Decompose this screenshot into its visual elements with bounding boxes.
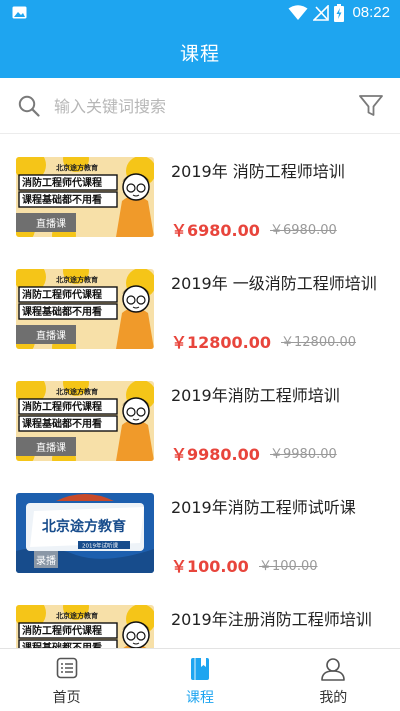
course-item[interactable]: 北京途方教育 消防工程师代课程 课程基础都不用看 直播课 2019年注册消防工程… [0,583,400,648]
course-price: ￥9980.00 [171,445,260,464]
tab-home[interactable]: 首页 [0,649,133,711]
thumb-tag-text: 直播课 [36,329,66,342]
course-title: 2019年消防工程师试听课 [171,498,356,517]
search-input[interactable] [54,92,334,120]
thumb-line2-text: 课程基础都不用看 [22,305,102,318]
thumb-tag-text: 录播 [36,554,56,567]
thumb-tag-text: 直播课 [36,217,66,230]
bottom-nav: 首页 课程 我的 [0,648,400,711]
thumb-line2-text: 课程基础都不用看 [22,417,102,430]
course-thumbnail: 北京途方教育 消防工程师代课程 课程基础都不用看 直播课 [16,605,154,648]
thumb-sub-text: 2019年试听课 [82,542,118,550]
course-price: ￥100.00 [171,557,249,576]
signal-off-icon [313,5,330,21]
tab-courses-label: 课程 [185,690,214,706]
course-thumbnail-frame: 北京途方教育 2019年试听课 录播 [16,493,154,573]
thumb-tag-text: 直播课 [36,441,66,454]
course-item[interactable]: 北京途方教育 消防工程师代课程 课程基础都不用看 直播课 2019年 一级消防工… [0,247,400,359]
page-title: 课程 [179,42,220,65]
course-original-price: ￥100.00 [259,559,318,574]
tab-home-label: 首页 [52,690,81,706]
thumb-brand-text: 北京途方教育 [56,163,98,172]
course-title: 2019年注册消防工程师培训 [171,610,372,629]
thumb-line1-text: 消防工程师代课程 [22,176,102,189]
thumb-brand-text: 北京途方教育 [42,518,126,535]
course-original-price: ￥9980.00 [270,447,337,462]
status-time: 08:22 [352,4,390,21]
tab-me-label: 我的 [319,690,348,706]
course-thumbnail: 北京途方教育 消防工程师代课程 课程基础都不用看 直播课 [16,269,154,349]
course-title: 2019年消防工程师培训 [171,386,340,405]
thumb-brand-text: 北京途方教育 [56,387,98,396]
image-notification-icon [12,6,27,19]
course-price: ￥12800.00 [171,333,272,352]
tab-me[interactable]: 我的 [267,649,400,711]
book-icon [190,658,209,680]
thumb-line2-text: 课程基础都不用看 [22,641,102,648]
search-bar [0,78,400,134]
course-item[interactable]: 北京途方教育 消防工程师代课程 课程基础都不用看 直播课 2019年消防工程师培… [0,359,400,471]
battery-charging-icon [334,4,345,22]
app-bar: 课程 [0,26,400,78]
search-icon[interactable] [18,95,40,117]
thumb-line1-text: 消防工程师代课程 [22,624,102,637]
status-bar: 08:22 [0,0,400,26]
list-icon [56,657,77,679]
course-title: 2019年 消防工程师培训 [171,162,345,181]
thumb-line1-text: 消防工程师代课程 [22,400,102,413]
course-title: 2019年 一级消防工程师培训 [171,274,377,293]
course-thumbnail: 北京途方教育 2019年试听课 录播 [16,493,154,573]
course-thumbnail-frame: 北京途方教育 消防工程师代课程 课程基础都不用看 直播课 [16,269,154,349]
wifi-icon [288,5,308,20]
thumb-line2-text: 课程基础都不用看 [22,193,102,206]
tab-courses[interactable]: 课程 [133,649,266,711]
filter-icon[interactable] [358,94,384,118]
thumb-line1-text: 消防工程师代课程 [22,288,102,301]
thumb-brand-text: 北京途方教育 [56,611,98,620]
course-list[interactable]: 北京途方教育 消防工程师代课程 课程基础都不用看 直播课 2019年 消防工程师… [0,135,400,648]
course-thumbnail-frame: 北京途方教育 消防工程师代课程 课程基础都不用看 直播课 [16,157,154,237]
course-original-price: ￥12800.00 [281,335,357,350]
course-price: ￥6980.00 [171,221,260,240]
course-thumbnail: 北京途方教育 消防工程师代课程 课程基础都不用看 直播课 [16,157,154,237]
course-thumbnail-frame: 北京途方教育 消防工程师代课程 课程基础都不用看 直播课 [16,381,154,461]
course-item[interactable]: 北京途方教育 消防工程师代课程 课程基础都不用看 直播课 2019年 消防工程师… [0,135,400,247]
course-item[interactable]: 北京途方教育 2019年试听课 录播 2019年消防工程师试听课 ￥100.00 ￥… [0,471,400,583]
course-original-price: ￥6980.00 [270,223,337,238]
thumb-brand-text: 北京途方教育 [56,275,98,284]
user-icon [321,658,346,681]
course-thumbnail-frame: 北京途方教育 消防工程师代课程 课程基础都不用看 直播课 [16,605,154,648]
course-thumbnail: 北京途方教育 消防工程师代课程 课程基础都不用看 直播课 [16,381,154,461]
